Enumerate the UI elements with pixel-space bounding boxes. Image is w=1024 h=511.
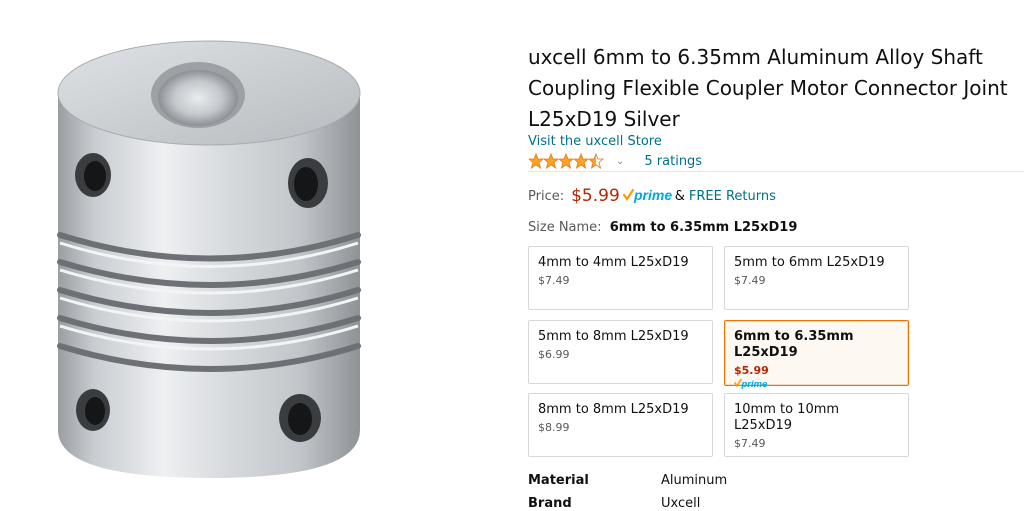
prime-badge[interactable]: prime bbox=[622, 188, 675, 204]
size-label: Size Name: bbox=[528, 220, 602, 235]
size-option-name: 4mm to 4mm L25xD19 bbox=[538, 255, 689, 270]
size-option-price: $6.99 bbox=[538, 348, 570, 361]
star-rating-icon bbox=[528, 153, 605, 169]
rating-row[interactable]: ⌄ 5 ratings bbox=[528, 151, 702, 171]
mini-prime-word: prime bbox=[741, 379, 769, 389]
price-label: Price: bbox=[528, 188, 565, 204]
size-option-name: 10mm to 10mm L25xD19 bbox=[734, 402, 840, 433]
price-value: $5.99 bbox=[571, 186, 620, 206]
store-link[interactable]: Visit the uxcell Store bbox=[528, 134, 662, 149]
size-option-price: $7.49 bbox=[734, 274, 766, 287]
size-option-8mm-to-8mm[interactable]: 8mm to 8mm L25xD19 $8.99 bbox=[528, 393, 713, 457]
size-option-price: $8.99 bbox=[538, 421, 570, 434]
product-image[interactable] bbox=[0, 0, 430, 502]
shaft-coupler-image bbox=[57, 40, 361, 478]
size-option-10mm-to-10mm[interactable]: 10mm to 10mm L25xD19 $7.49 bbox=[724, 393, 909, 457]
mini-prime-badge: prime bbox=[734, 378, 899, 389]
spec-key: Brand bbox=[528, 496, 572, 511]
free-returns-link[interactable]: FREE Returns bbox=[689, 189, 776, 204]
size-option-name: 8mm to 8mm L25xD19 bbox=[538, 402, 689, 417]
product-title: uxcell 6mm to 6.35mm Aluminum Alloy Shaf… bbox=[528, 45, 1008, 131]
size-option-price: $7.49 bbox=[734, 437, 766, 450]
size-option-price: $5.99 bbox=[734, 364, 769, 377]
size-selected-value: 6mm to 6.35mm L25xD19 bbox=[609, 220, 798, 235]
amp-text: & bbox=[674, 188, 685, 204]
size-option-name: 5mm to 6mm L25xD19 bbox=[734, 255, 885, 270]
size-name-row: Size Name: 6mm to 6.35mm L25xD19 bbox=[528, 220, 797, 235]
spec-value: Aluminum bbox=[661, 473, 728, 488]
spec-key: Material bbox=[528, 473, 589, 488]
divider bbox=[528, 171, 1024, 172]
prime-check-icon: prime bbox=[734, 378, 769, 389]
ratings-count-link[interactable]: 5 ratings bbox=[644, 154, 702, 169]
size-option-5mm-to-8mm[interactable]: 5mm to 8mm L25xD19 $6.99 bbox=[528, 320, 713, 384]
size-option-name: 5mm to 8mm L25xD19 bbox=[538, 329, 689, 344]
size-option-price: $7.49 bbox=[538, 274, 570, 287]
prime-check-icon: prime bbox=[622, 188, 672, 203]
chevron-down-icon[interactable]: ⌄ bbox=[616, 156, 624, 167]
price-row: Price: $5.99 prime & FREE Returns bbox=[528, 186, 776, 206]
spec-value: Uxcell bbox=[661, 496, 701, 511]
prime-word: prime bbox=[633, 188, 672, 203]
size-option-5mm-to-6mm[interactable]: 5mm to 6mm L25xD19 $7.49 bbox=[724, 246, 909, 310]
size-option-6mm-to-6-35mm-selected[interactable]: 6mm to 6.35mm L25xD19 $5.99 prime bbox=[724, 320, 909, 389]
size-option-4mm-to-4mm[interactable]: 4mm to 4mm L25xD19 $7.49 bbox=[528, 246, 713, 310]
star-rating[interactable] bbox=[528, 153, 606, 169]
size-option-name: 6mm to 6.35mm L25xD19 bbox=[734, 329, 854, 360]
